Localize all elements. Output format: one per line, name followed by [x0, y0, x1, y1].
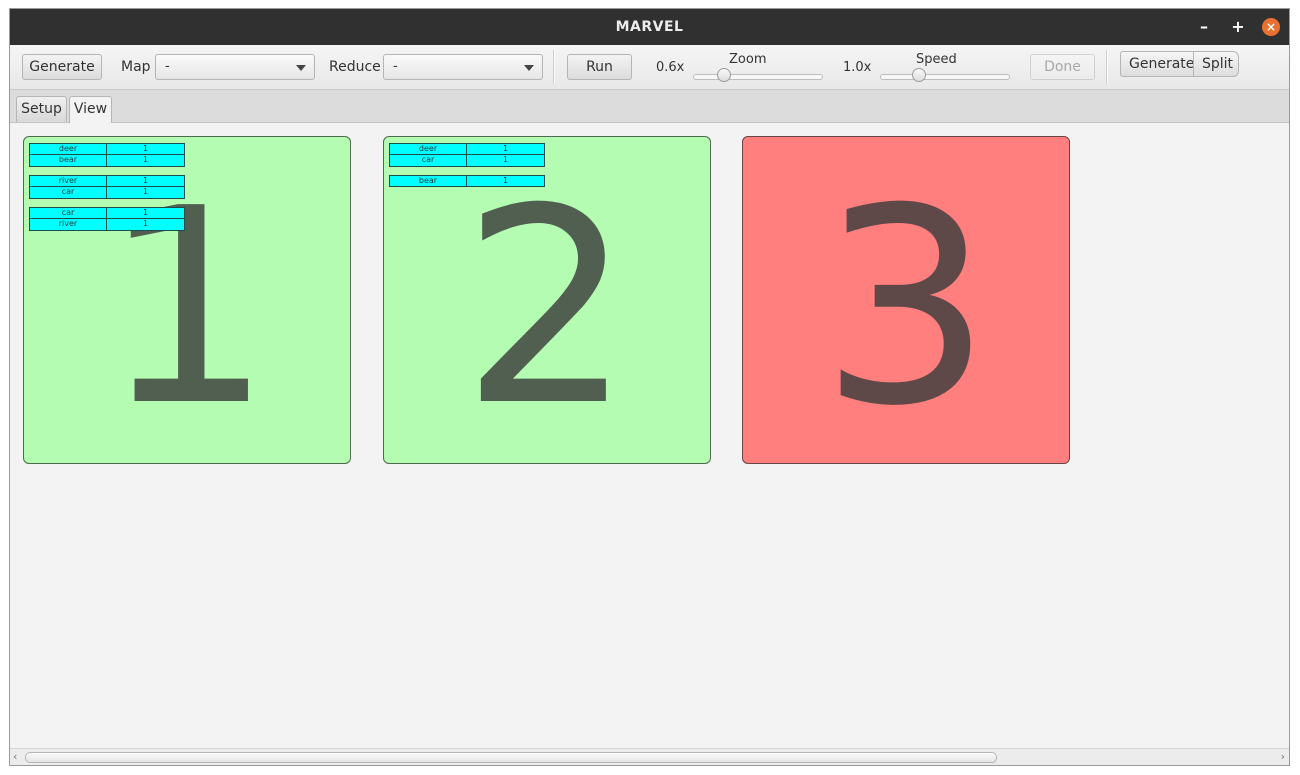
view-panel: 1 deer 1 bear 1 river 1 car 1 car 1 river 1 2 … — [10, 123, 1289, 749]
speed-slider-thumb[interactable] — [912, 68, 926, 82]
kv-key: deer — [29, 143, 107, 155]
title-bar: MARVEL – + × — [10, 9, 1289, 45]
speed-slider[interactable] — [880, 65, 1010, 85]
kv-key: river — [29, 175, 107, 187]
node-card-2[interactable]: 2 deer 1 car 1 bear 1 — [383, 136, 711, 464]
kv-group: deer 1 bear 1 — [29, 143, 185, 167]
scroll-left-icon[interactable]: ‹ — [13, 750, 17, 763]
breadcrumb-generate[interactable]: Generate — [1120, 51, 1194, 77]
zoom-slider[interactable] — [693, 65, 823, 85]
kv-value: 1 — [467, 175, 545, 187]
kv-key: car — [389, 155, 467, 167]
map-label: Map — [121, 59, 151, 75]
kv-value: 1 — [107, 207, 185, 219]
node-number: 2 — [461, 150, 633, 464]
reduce-select[interactable]: - — [383, 54, 543, 80]
window-title: MARVEL — [615, 19, 684, 35]
kv-key: river — [29, 219, 107, 231]
kv-value: 1 — [467, 143, 545, 155]
kv-row: deer 1 — [29, 143, 185, 155]
run-button[interactable]: Run — [567, 54, 632, 80]
kv-row: car 1 — [389, 155, 545, 167]
tab-view[interactable]: View — [69, 96, 112, 123]
horizontal-scrollbar[interactable]: ‹ › — [10, 748, 1289, 765]
done-button: Done — [1030, 54, 1095, 80]
kv-value: 1 — [107, 187, 185, 199]
kv-row: river 1 — [29, 175, 185, 187]
kv-group: deer 1 car 1 — [389, 143, 545, 167]
kv-key: car — [29, 187, 107, 199]
kv-key: car — [29, 207, 107, 219]
kv-row: bear 1 — [389, 175, 545, 187]
scroll-right-icon[interactable]: › — [1281, 750, 1285, 763]
node-number: 3 — [820, 150, 992, 464]
maximize-icon[interactable]: + — [1228, 17, 1248, 37]
tab-setup[interactable]: Setup — [16, 96, 67, 122]
kv-group: river 1 car 1 — [29, 175, 185, 199]
kv-value: 1 — [107, 155, 185, 167]
node-card-3[interactable]: 3 — [742, 136, 1070, 464]
kv-value: 1 — [107, 175, 185, 187]
toolbar-divider — [1106, 50, 1108, 84]
kv-row: car 1 — [29, 187, 185, 199]
toolbar-divider — [553, 50, 555, 84]
close-icon[interactable]: × — [1262, 18, 1280, 36]
tab-bar: Setup View — [10, 90, 1289, 123]
map-select[interactable]: - — [155, 54, 315, 80]
breadcrumb-split[interactable]: Split — [1193, 51, 1239, 77]
kv-row: deer 1 — [389, 143, 545, 155]
kv-value: 1 — [107, 143, 185, 155]
scrollbar-thumb[interactable] — [25, 752, 997, 763]
speed-slider-track — [880, 74, 1010, 80]
kv-row: river 1 — [29, 219, 185, 231]
kv-key: bear — [389, 175, 467, 187]
reduce-select-value: - — [393, 59, 398, 74]
reduce-label: Reduce — [329, 59, 381, 75]
kv-key: bear — [29, 155, 107, 167]
kv-row: bear 1 — [29, 155, 185, 167]
chevron-down-icon — [524, 65, 534, 71]
map-select-value: - — [165, 59, 170, 74]
app-window: MARVEL – + × Generate Map - Reduce - Run… — [9, 8, 1290, 766]
zoom-slider-thumb[interactable] — [717, 68, 731, 82]
kv-group: bear 1 — [389, 175, 545, 187]
generate-button[interactable]: Generate — [22, 54, 102, 80]
kv-group: car 1 river 1 — [29, 207, 185, 231]
kv-value: 1 — [107, 219, 185, 231]
node-card-1[interactable]: 1 deer 1 bear 1 river 1 car 1 car 1 river 1 — [23, 136, 351, 464]
kv-row: car 1 — [29, 207, 185, 219]
speed-value: 1.0x — [843, 60, 872, 75]
kv-value: 1 — [467, 155, 545, 167]
minimize-icon[interactable]: – — [1194, 17, 1214, 37]
toolbar: Generate Map - Reduce - Run 0.6x Zoom 1.… — [10, 45, 1289, 90]
kv-key: deer — [389, 143, 467, 155]
chevron-down-icon — [296, 65, 306, 71]
zoom-value: 0.6x — [656, 60, 685, 75]
zoom-slider-track — [693, 74, 823, 80]
